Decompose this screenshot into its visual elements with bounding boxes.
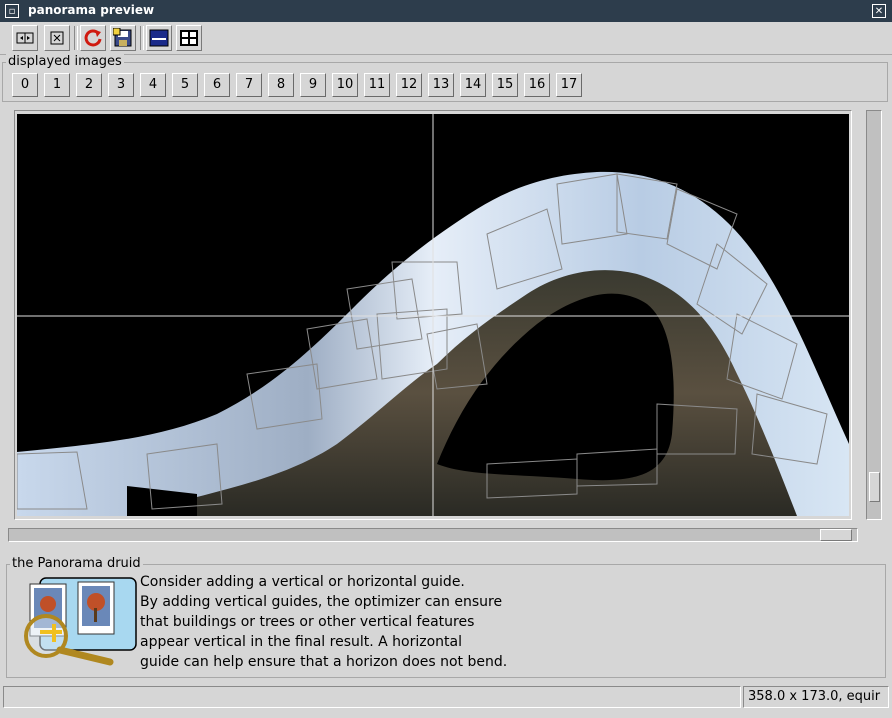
image-toggle-6[interactable]: 6 <box>204 73 230 97</box>
image-toggle-14[interactable]: 14 <box>460 73 486 97</box>
image-toggle-5[interactable]: 5 <box>172 73 198 97</box>
horizontal-scrollbar[interactable] <box>8 528 858 542</box>
image-toggle-11[interactable]: 11 <box>364 73 390 97</box>
druid-text-line: By adding vertical guides, the optimizer… <box>140 594 503 610</box>
window-title: panorama preview <box>28 3 155 17</box>
center-view-button[interactable] <box>44 25 70 51</box>
fit-view-button[interactable] <box>12 25 38 51</box>
toolbar <box>0 22 892 55</box>
center-view-icon <box>50 31 64 45</box>
single-view-button[interactable] <box>146 25 172 51</box>
panorama-druid-icon <box>24 577 137 666</box>
image-toggle-0[interactable]: 0 <box>12 73 38 97</box>
image-toggle-13[interactable]: 13 <box>428 73 454 97</box>
fit-view-icon <box>16 32 34 44</box>
save-icon <box>113 28 132 47</box>
horizontal-scrollbar-thumb[interactable] <box>820 529 852 541</box>
displayed-images-label: displayed images <box>6 54 124 69</box>
image-toggle-15[interactable]: 15 <box>492 73 518 97</box>
vertical-scrollbar-thumb[interactable] <box>869 472 880 502</box>
status-left <box>3 686 741 708</box>
druid-text-line: appear vertical in the final result. A h… <box>140 634 463 650</box>
druid-label: the Panorama druid <box>10 556 143 571</box>
toolbar-separator <box>140 26 144 50</box>
window-menu-icon[interactable]: ▫ <box>5 4 19 18</box>
toolbar-separator <box>74 26 78 50</box>
grid-view-icon <box>180 30 198 46</box>
save-button[interactable] <box>110 25 136 51</box>
image-toggle-2[interactable]: 2 <box>76 73 102 97</box>
refresh-icon <box>84 29 102 47</box>
status-coordinates: 358.0 x 173.0, equir <box>743 686 889 708</box>
druid-icon <box>20 576 138 666</box>
image-toggle-1[interactable]: 1 <box>44 73 70 97</box>
title-bar: ▫ panorama preview ✕ <box>0 0 892 22</box>
image-toggle-10[interactable]: 10 <box>332 73 358 97</box>
close-icon[interactable]: ✕ <box>872 4 886 18</box>
single-view-icon <box>149 29 169 47</box>
image-toggle-8[interactable]: 8 <box>268 73 294 97</box>
panorama-image <box>17 114 849 516</box>
panorama-preview-canvas[interactable] <box>17 114 849 516</box>
image-toggle-7[interactable]: 7 <box>236 73 262 97</box>
image-toggle-17[interactable]: 17 <box>556 73 582 97</box>
grid-view-button[interactable] <box>176 25 202 51</box>
image-toggle-3[interactable]: 3 <box>108 73 134 97</box>
druid-text-line: Consider adding a vertical or horizontal… <box>140 574 465 590</box>
image-toggle-12[interactable]: 12 <box>396 73 422 97</box>
image-toggle-4[interactable]: 4 <box>140 73 166 97</box>
refresh-button[interactable] <box>80 25 106 51</box>
druid-text-line: guide can help ensure that a horizon doe… <box>140 654 508 670</box>
image-toggle-9[interactable]: 9 <box>300 73 326 97</box>
vertical-scrollbar[interactable] <box>866 110 882 520</box>
druid-text-line: that buildings or trees or other vertica… <box>140 614 475 630</box>
image-toggle-16[interactable]: 16 <box>524 73 550 97</box>
